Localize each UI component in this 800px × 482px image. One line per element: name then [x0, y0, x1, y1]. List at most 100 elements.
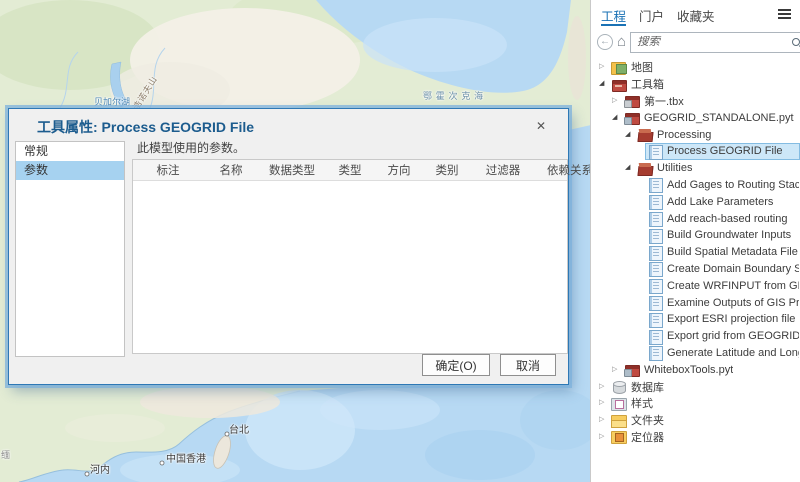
tree-item[interactable]: 地图: [591, 59, 800, 76]
tree-item-main[interactable]: Build Spatial Metadata File: [645, 244, 800, 261]
close-icon[interactable]: ✕: [532, 117, 550, 135]
expander-icon[interactable]: [612, 365, 622, 375]
search-box: ▾: [630, 32, 800, 53]
parameters-table: 标注 名称 数据类型 类型 方向 类别 过滤器 依赖关系: [132, 159, 568, 354]
tree-item[interactable]: WhiteboxTools.pyt: [591, 361, 800, 378]
tree-item[interactable]: 第一.tbx: [591, 93, 800, 110]
catalog-tab[interactable]: 工程: [601, 6, 626, 26]
tree-item[interactable]: Add Gages to Routing Stack: [591, 177, 800, 194]
tree-item-main[interactable]: Add Gages to Routing Stack: [645, 177, 800, 194]
tree-item-label: 数据库: [631, 379, 664, 395]
tree-item-main[interactable]: Process GEOGRID File: [645, 143, 800, 160]
tree-item[interactable]: Export grid from GEOGRID file: [591, 328, 800, 345]
item-icon: [647, 212, 663, 225]
expander-icon[interactable]: [625, 163, 635, 173]
tree-item-main[interactable]: 数据库: [609, 378, 800, 395]
cancel-button[interactable]: 取消: [500, 354, 556, 376]
catalog-pane: 工程 门户 收藏夹 ← ⌂ ▾ 地图: [590, 0, 800, 482]
tree-item-main[interactable]: Create Domain Boundary Shape: [645, 261, 800, 278]
tree-item[interactable]: Export ESRI projection file (PRJ): [591, 311, 800, 328]
menu-icon[interactable]: [778, 9, 791, 21]
table-column-header: 数据类型: [259, 162, 325, 178]
expander-icon[interactable]: [599, 79, 609, 89]
tree-item-main[interactable]: Generate Latitude and Longitude: [645, 345, 800, 362]
tree-item-label: 文件夹: [631, 412, 664, 428]
tree-item-main[interactable]: 文件夹: [609, 412, 800, 429]
item-icon: [611, 78, 627, 91]
search-input[interactable]: [637, 36, 791, 48]
tree-item[interactable]: Processing: [591, 126, 800, 143]
tree-item-label: Export ESRI projection file (PRJ): [667, 313, 799, 325]
expander-icon[interactable]: [599, 415, 609, 425]
tree-item-main[interactable]: Add Lake Parameters: [645, 193, 800, 210]
tree-item-label: 工具箱: [631, 76, 664, 92]
tree-item-main[interactable]: 工具箱: [609, 76, 800, 93]
tree-item-label: 样式: [631, 395, 653, 411]
tree-item[interactable]: 样式: [591, 395, 800, 412]
expander-icon[interactable]: [625, 130, 635, 140]
tree-item[interactable]: Create Domain Boundary Shape: [591, 261, 800, 278]
catalog-tab[interactable]: 收藏夹: [677, 6, 715, 26]
back-icon[interactable]: ←: [597, 34, 613, 50]
catalog-tree: 地图 工具箱 第一.tbx: [591, 59, 800, 445]
tree-item[interactable]: Build Spatial Metadata File: [591, 244, 800, 261]
tree-item-label: Export grid from GEOGRID file: [667, 330, 799, 342]
tree-item-main[interactable]: WhiteboxTools.pyt: [622, 361, 800, 378]
table-column-header: 标注: [133, 162, 203, 178]
tree-item-label: Examine Outputs of GIS Preproc: [667, 297, 799, 309]
item-icon: [647, 195, 663, 208]
dialog-title: 工具属性: Process GEOGRID File: [37, 117, 254, 137]
expander-icon[interactable]: [599, 382, 609, 392]
item-icon: [611, 414, 627, 427]
expander-icon[interactable]: [612, 96, 622, 106]
home-icon[interactable]: ⌂: [617, 34, 626, 50]
tree-item-main[interactable]: 定位器: [609, 429, 800, 446]
tree-item[interactable]: Build Groundwater Inputs: [591, 227, 800, 244]
table-column-header: 名称: [203, 162, 259, 178]
tree-item[interactable]: Generate Latitude and Longitude: [591, 345, 800, 362]
tree-item[interactable]: Create WRFINPUT from GEOGRID: [591, 277, 800, 294]
tree-item[interactable]: 定位器: [591, 429, 800, 446]
tree-item-main[interactable]: Build Groundwater Inputs: [645, 227, 800, 244]
catalog-tab[interactable]: 门户: [639, 6, 664, 26]
tree-item-main[interactable]: 样式: [609, 395, 800, 412]
tree-item[interactable]: 文件夹: [591, 412, 800, 429]
tree-item[interactable]: Add Lake Parameters: [591, 193, 800, 210]
dialog-section-item[interactable]: 常规: [16, 142, 124, 161]
ok-button[interactable]: 确定(O): [422, 354, 490, 376]
tree-item-label: Add Lake Parameters: [667, 196, 773, 208]
dialog-section-item[interactable]: 参数: [16, 161, 124, 180]
tree-item-main[interactable]: Export ESRI projection file (PRJ): [645, 311, 800, 328]
parameters-table-body[interactable]: [133, 181, 567, 353]
item-icon: [647, 145, 663, 158]
tree-item[interactable]: 工具箱: [591, 76, 800, 93]
search-icon[interactable]: [791, 37, 800, 48]
expander-icon[interactable]: [612, 113, 622, 123]
item-icon: [647, 296, 663, 309]
tree-item-main[interactable]: Create WRFINPUT from GEOGRID: [645, 277, 800, 294]
tree-item-main[interactable]: Processing: [635, 126, 800, 143]
tree-item[interactable]: Examine Outputs of GIS Preproc: [591, 294, 800, 311]
tree-item[interactable]: Process GEOGRID File: [591, 143, 800, 160]
dialog-section-list: 常规 参数: [15, 141, 125, 357]
tree-item-label: Build Groundwater Inputs: [667, 229, 791, 241]
tree-item-main[interactable]: 地图: [609, 59, 800, 76]
tree-item[interactable]: Utilities: [591, 160, 800, 177]
tree-item-main[interactable]: Add reach-based routing: [645, 210, 800, 227]
expander-icon[interactable]: [599, 62, 609, 72]
tree-item-main[interactable]: GEOGRID_STANDALONE.pyt: [622, 109, 800, 126]
tree-item-main[interactable]: 第一.tbx: [622, 93, 800, 110]
tree-item-main[interactable]: Export grid from GEOGRID file: [645, 328, 800, 345]
tree-item[interactable]: Add reach-based routing: [591, 210, 800, 227]
tree-item-label: Build Spatial Metadata File: [667, 246, 798, 258]
tree-item[interactable]: GEOGRID_STANDALONE.pyt: [591, 109, 800, 126]
table-column-header: 过滤器: [471, 162, 535, 178]
expander-icon[interactable]: [599, 398, 609, 408]
expander-icon[interactable]: [599, 432, 609, 442]
tree-item-main[interactable]: Utilities: [635, 160, 800, 177]
catalog-navbar: ← ⌂ ▾: [597, 29, 794, 55]
tree-item-main[interactable]: Examine Outputs of GIS Preproc: [645, 294, 800, 311]
item-icon: [647, 346, 663, 359]
tree-item[interactable]: 数据库: [591, 378, 800, 395]
catalog-tabs: 工程 门户 收藏夹: [591, 0, 800, 26]
